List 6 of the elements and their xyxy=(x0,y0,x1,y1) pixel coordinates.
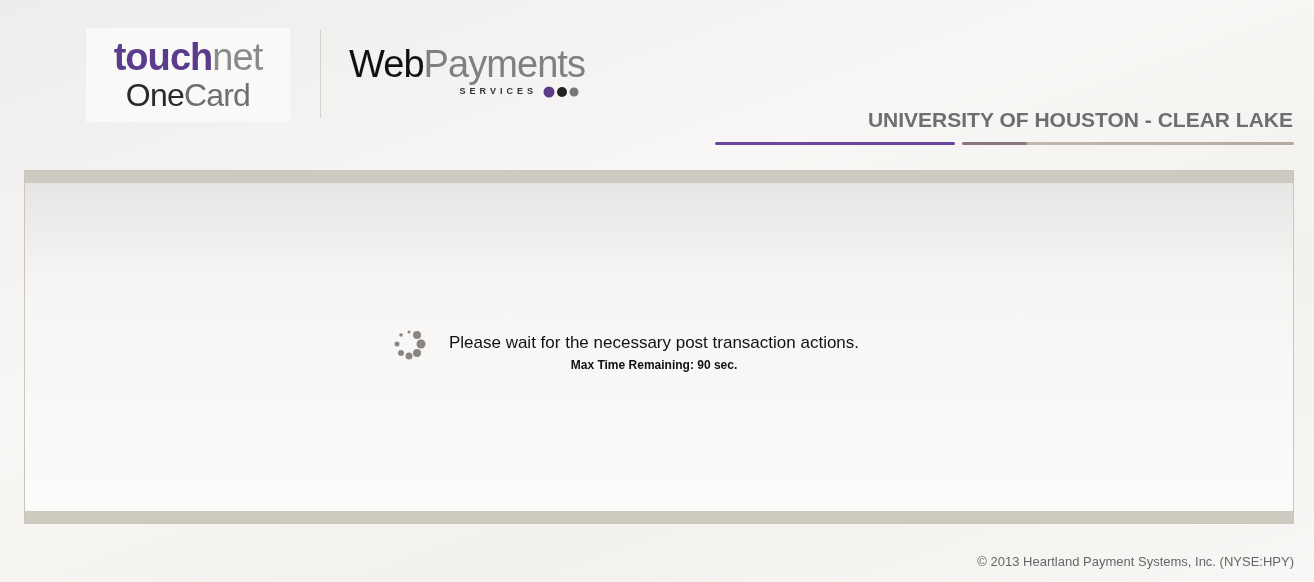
touchnet-onecard-logo: touchnet OneCard xyxy=(86,28,290,122)
institution-name: UNIVERSITY OF HOUSTON - CLEAR LAKE xyxy=(867,107,1293,133)
webpayments-logo: WebPayments SERVICES xyxy=(349,44,585,99)
copyright-text: © 2013 Heartland Payment Systems, Inc. (NYSE:HPY) xyxy=(977,553,1294,571)
time-remaining: Max Time Remaining: 90 sec. xyxy=(570,356,738,374)
wait-message: Please wait for the necessary post transaction actions. xyxy=(448,332,860,355)
